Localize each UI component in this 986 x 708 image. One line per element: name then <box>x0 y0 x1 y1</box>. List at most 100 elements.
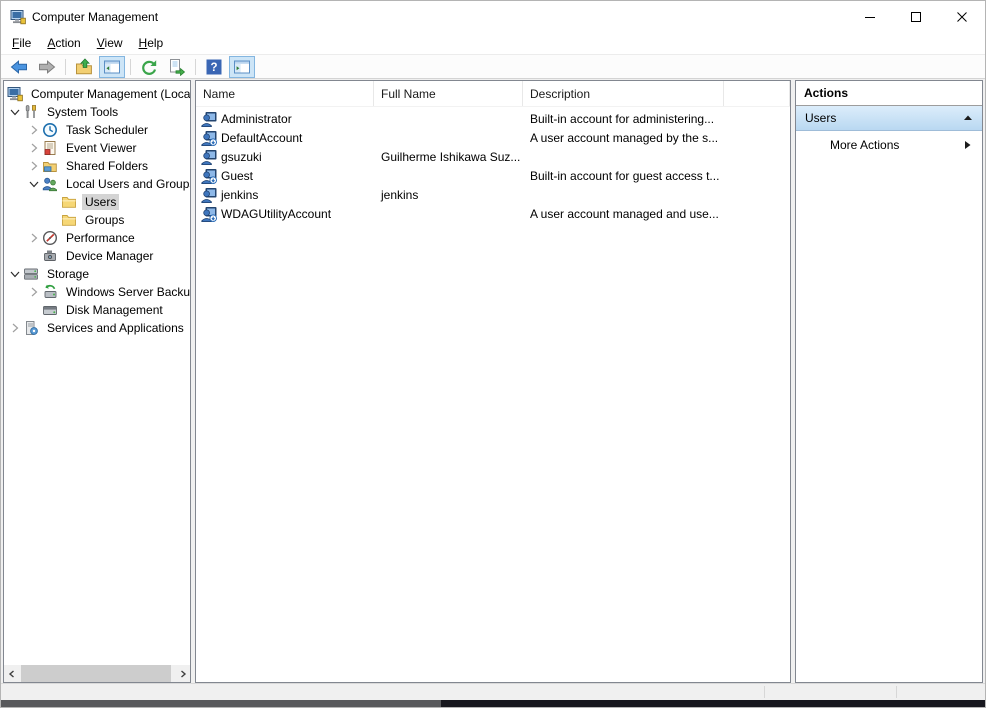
tree-item-label: Computer Management (Local) <box>28 86 190 102</box>
tree-item-computer-management-local[interactable]: Computer Management (Local) <box>4 85 190 103</box>
user-description: Built-in account for administering... <box>523 112 724 126</box>
tree-item-event-viewer[interactable]: Event Viewer <box>4 139 190 157</box>
tree-horizontal-scrollbar[interactable] <box>4 665 190 682</box>
tree-item-label: Device Manager <box>63 248 156 264</box>
user-row-jenkins[interactable]: jenkinsjenkins <box>196 185 790 204</box>
tree-item-device-manager[interactable]: Device Manager <box>4 247 190 265</box>
action-pane-icon <box>233 58 251 76</box>
actions-group-label: Users <box>805 111 836 125</box>
scrollbar-thumb[interactable] <box>21 665 171 682</box>
window-title: Computer Management <box>32 10 158 24</box>
tree-item-local-users-and-groups[interactable]: Local Users and Groups <box>4 175 190 193</box>
user-icon <box>201 149 217 165</box>
list-header: NameFull NameDescription <box>196 81 790 107</box>
tree-item-storage[interactable]: Storage <box>4 265 190 283</box>
export-list-button[interactable] <box>164 56 190 78</box>
chevron-expanded-icon[interactable] <box>26 176 42 192</box>
refresh-icon <box>140 58 158 76</box>
users-list: AdministratorBuilt-in account for admini… <box>196 107 790 223</box>
user-name: DefaultAccount <box>221 131 302 145</box>
scrollbar-track[interactable] <box>19 665 175 682</box>
computer-icon <box>7 86 23 102</box>
help-button[interactable]: ? <box>201 56 227 78</box>
title-bar: Computer Management <box>1 1 985 32</box>
tree-item-windows-server-backup[interactable]: Windows Server Backup <box>4 283 190 301</box>
user-row-wdagutilityaccount[interactable]: WDAGUtilityAccountA user account managed… <box>196 204 790 223</box>
chevron-expanded-icon[interactable] <box>7 104 23 120</box>
user-row-guest[interactable]: GuestBuilt-in account for guest access t… <box>196 166 790 185</box>
chevron-collapsed-icon[interactable] <box>26 284 42 300</box>
tree-item-label: Local Users and Groups <box>63 176 190 192</box>
column-header-full-name[interactable]: Full Name <box>374 81 523 106</box>
tree-item-task-scheduler[interactable]: Task Scheduler <box>4 121 190 139</box>
console-tree-icon <box>103 58 121 76</box>
collapse-group-icon[interactable] <box>963 113 973 123</box>
maximize-button[interactable] <box>893 1 939 32</box>
tree-item-disk-management[interactable]: Disk Management <box>4 301 190 319</box>
minimize-button[interactable] <box>847 1 893 32</box>
close-button[interactable] <box>939 1 985 32</box>
tree-item-label: Performance <box>63 230 138 246</box>
scroll-right-arrow[interactable] <box>175 665 190 682</box>
tree-item-system-tools[interactable]: System Tools <box>4 103 190 121</box>
chevron-collapsed-icon[interactable] <box>26 140 42 156</box>
menu-file[interactable]: File <box>4 32 39 54</box>
tree-item-shared-folders[interactable]: Shared Folders <box>4 157 190 175</box>
menu-view[interactable]: View <box>89 32 131 54</box>
user-row-defaultaccount[interactable]: DefaultAccountA user account managed by … <box>196 128 790 147</box>
actions-group-users[interactable]: Users <box>796 106 982 131</box>
user-name: Guest <box>221 169 253 183</box>
show-hide-console-tree-button[interactable] <box>99 56 125 78</box>
forward-button[interactable] <box>34 56 60 78</box>
expander-spacer <box>45 212 61 228</box>
maximize-icon <box>911 12 921 22</box>
chevron-collapsed-icon[interactable] <box>26 230 42 246</box>
user-name: gsuzuki <box>221 150 262 164</box>
back-icon <box>10 58 28 76</box>
folder-icon <box>61 194 77 210</box>
column-header-blank[interactable] <box>724 81 790 106</box>
user-row-administrator[interactable]: AdministratorBuilt-in account for admini… <box>196 109 790 128</box>
tree-item-performance[interactable]: Performance <box>4 229 190 247</box>
shared-folders-icon <box>42 158 58 174</box>
up-one-level-button[interactable] <box>71 56 97 78</box>
user-row-gsuzuki[interactable]: gsuzukiGuilherme Ishikawa Suz... <box>196 147 790 166</box>
tree-item-groups[interactable]: Groups <box>4 211 190 229</box>
desktop-edge <box>1 700 985 708</box>
chevron-collapsed-icon[interactable] <box>26 122 42 138</box>
user-description: A user account managed and use... <box>523 207 724 221</box>
toolbar-separator <box>130 59 131 75</box>
expander-spacer <box>26 248 42 264</box>
task-scheduler-icon <box>42 122 58 138</box>
chevron-collapsed-icon[interactable] <box>26 158 42 174</box>
console-tree: Computer Management (Local)System ToolsT… <box>4 81 190 337</box>
refresh-button[interactable] <box>136 56 162 78</box>
column-header-description[interactable]: Description <box>523 81 724 106</box>
actions-pane: Actions Users More Actions <box>795 80 983 683</box>
close-icon <box>957 12 967 22</box>
submenu-arrow-icon <box>963 140 972 150</box>
event-viewer-icon <box>42 140 58 156</box>
user-name: jenkins <box>221 188 258 202</box>
expander-spacer <box>26 302 42 318</box>
expander-spacer <box>45 194 61 210</box>
menu-help[interactable]: Help <box>131 32 172 54</box>
computer-management-app-icon <box>10 9 26 25</box>
system-tools-icon <box>23 104 39 120</box>
tree-item-users[interactable]: Users <box>4 193 190 211</box>
help-icon: ? <box>205 58 223 76</box>
folder-icon <box>61 212 77 228</box>
chevron-expanded-icon[interactable] <box>7 266 23 282</box>
menu-action[interactable]: Action <box>39 32 88 54</box>
more-actions-item[interactable]: More Actions <box>796 131 982 158</box>
chevron-collapsed-icon[interactable] <box>7 320 23 336</box>
show-hide-action-pane-button[interactable] <box>229 56 255 78</box>
tree-item-label: Services and Applications <box>44 320 187 336</box>
user-disabled-icon <box>201 206 217 222</box>
tree-item-services-and-applications[interactable]: Services and Applications <box>4 319 190 337</box>
back-button[interactable] <box>6 56 32 78</box>
scroll-left-arrow[interactable] <box>4 665 19 682</box>
column-header-name[interactable]: Name <box>196 81 374 106</box>
actions-pane-title: Actions <box>796 81 982 106</box>
more-actions-label: More Actions <box>830 138 899 152</box>
